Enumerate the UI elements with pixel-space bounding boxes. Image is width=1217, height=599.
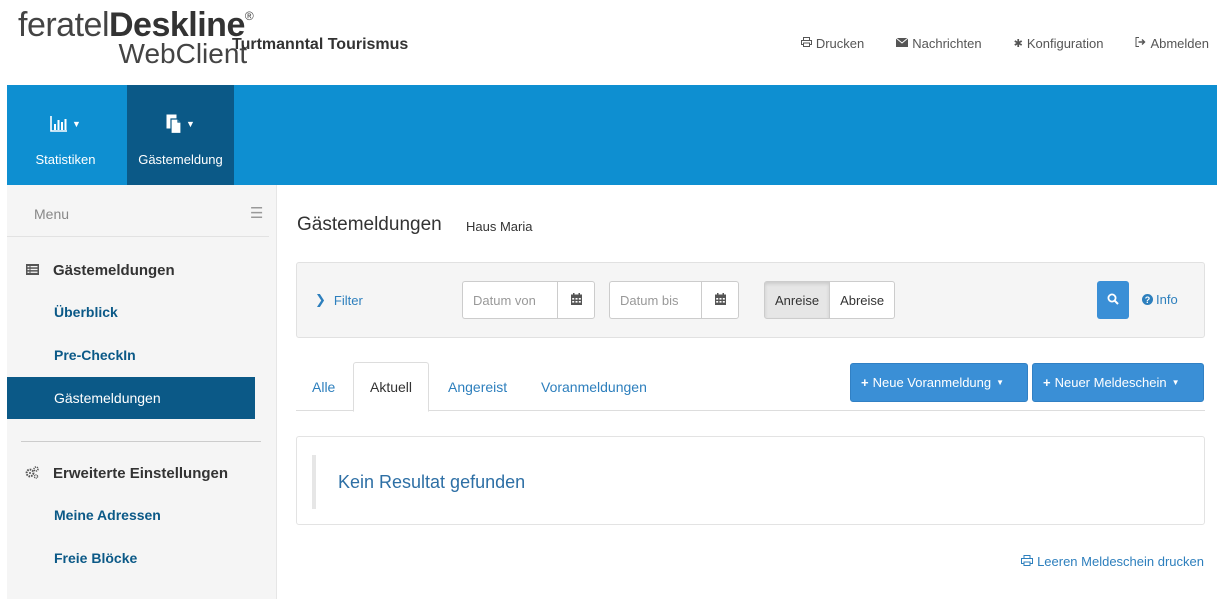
sidebar-divider	[21, 441, 261, 442]
chevron-right-icon: ❯	[315, 292, 326, 307]
sidebar-menu-label: Menu	[34, 206, 70, 222]
envelope-icon	[895, 37, 909, 50]
filter-label: Filter	[333, 292, 363, 308]
app-header: feratelDeskline® WebClient Turtmanntal T…	[0, 0, 1217, 85]
nav-statistics[interactable]: ▼ Statistiken	[7, 85, 124, 185]
bar-chart-icon: ▼	[50, 111, 81, 137]
top-links: Drucken Nachrichten ✱ Konfiguration Abme…	[769, 36, 1209, 51]
print-empty-form-link[interactable]: Leeren Meldeschein drucken	[1021, 554, 1204, 569]
cogs-icon	[25, 465, 39, 482]
sidebar-section-title: Gästemeldungen	[53, 262, 175, 279]
sidebar-section-title: Erweiterte Einstellungen	[53, 465, 229, 482]
plus-icon: +	[861, 375, 869, 390]
print-link[interactable]: Drucken	[800, 36, 865, 51]
sidebar-item-overview[interactable]: Überblick	[7, 291, 255, 333]
configuration-link-label: Konfiguration	[1026, 36, 1104, 51]
logo: feratelDeskline® WebClient	[18, 6, 254, 69]
hamburger-menu-icon[interactable]: ☰	[250, 204, 263, 222]
toggle-departure[interactable]: Abreise	[830, 281, 896, 319]
arrival-departure-toggle: Anreise Abreise	[764, 281, 896, 319]
filter-toggle[interactable]: ❯ Filter	[315, 292, 363, 308]
print-empty-form-label: Leeren Meldeschein drucken	[1037, 554, 1204, 569]
new-registration-form-label: Neuer Meldeschein	[1054, 375, 1167, 390]
search-button[interactable]	[1097, 281, 1129, 319]
calendar-button-from[interactable]	[557, 281, 595, 319]
calendar-button-to[interactable]	[701, 281, 739, 319]
module-navbar: ▼ Statistiken ▼ Gästemeldung	[7, 85, 1217, 185]
tab-all[interactable]: Alle	[296, 362, 351, 411]
logo-registered-mark: ®	[244, 9, 254, 23]
calendar-icon	[714, 292, 726, 308]
sidebar-section-guest-registrations: Gästemeldungen	[25, 262, 175, 279]
tab-current[interactable]: Aktuell	[353, 362, 430, 412]
logo-brand-light: feratel	[18, 6, 110, 44]
date-from-group: Datum von	[462, 281, 595, 319]
date-to-input[interactable]: Datum bis	[609, 281, 701, 319]
plus-icon: +	[1043, 375, 1051, 390]
result-panel: Kein Resultat gefunden	[296, 436, 1205, 525]
chevron-down-icon: ▼	[186, 119, 195, 129]
configuration-link[interactable]: ✱ Konfiguration	[1014, 36, 1104, 51]
documents-icon: ▼	[166, 111, 195, 137]
nav-guest-registration[interactable]: ▼ Gästemeldung	[127, 85, 234, 185]
sidebar-item-guest-registrations[interactable]: Gästemeldungen	[7, 377, 255, 419]
new-registration-form-button[interactable]: + Neuer Meldeschein ▼	[1032, 363, 1204, 402]
gear-icon: ✱	[1013, 38, 1023, 50]
callout-bar	[312, 455, 316, 509]
empty-result-message: Kein Resultat gefunden	[338, 472, 526, 492]
print-icon	[800, 37, 812, 50]
print-icon	[1021, 554, 1034, 569]
nav-statistics-label: Statistiken	[35, 152, 96, 167]
logout-link[interactable]: Abmelden	[1135, 36, 1209, 51]
new-pre-registration-button[interactable]: + Neue Voranmeldung ▼	[850, 363, 1028, 402]
chevron-down-icon: ▼	[72, 119, 81, 129]
chevron-down-icon: ▼	[996, 378, 1005, 387]
sidebar-item-free-blocks[interactable]: Freie Blöcke	[7, 537, 255, 579]
organization-name: Turtmanntal Tourismus	[232, 36, 409, 53]
date-to-group: Datum bis	[609, 281, 739, 319]
new-pre-registration-label: Neue Voranmeldung	[872, 375, 992, 390]
sign-out-icon	[1135, 37, 1146, 50]
search-icon	[1107, 293, 1119, 308]
nav-guest-registration-label: Gästemeldung	[138, 152, 223, 167]
info-label: Info	[1156, 292, 1178, 307]
print-link-label: Drucken	[815, 36, 865, 51]
date-from-input[interactable]: Datum von	[462, 281, 557, 319]
chevron-down-icon: ▼	[1171, 378, 1180, 387]
calendar-icon	[570, 292, 582, 308]
page-subtitle: Haus Maria	[466, 219, 533, 234]
sidebar-item-my-addresses[interactable]: Meine Adressen	[7, 494, 255, 536]
info-icon: ?	[1142, 294, 1153, 305]
page-title: Gästemeldungen	[297, 214, 442, 235]
messages-link[interactable]: Nachrichten	[895, 36, 982, 51]
sidebar: Menu ☰ Gästemeldungen Überblick Pre-Chec…	[7, 185, 277, 599]
messages-link-label: Nachrichten	[912, 36, 982, 51]
toggle-arrival[interactable]: Anreise	[764, 281, 831, 319]
tab-pre-registrations[interactable]: Voranmeldungen	[525, 362, 663, 411]
sidebar-menu-header: Menu ☰	[7, 185, 269, 237]
sidebar-section-advanced-settings: Erweiterte Einstellungen	[25, 465, 228, 482]
list-icon	[25, 263, 39, 278]
sidebar-item-pre-checkin[interactable]: Pre-CheckIn	[7, 334, 255, 376]
tab-arrived[interactable]: Angereist	[432, 362, 523, 411]
info-link[interactable]: ? Info	[1142, 292, 1178, 307]
filter-bar: ❯ Filter Datum von Datum bis Anreise Abr…	[296, 262, 1205, 338]
logout-link-label: Abmelden	[1150, 36, 1209, 51]
logo-product: WebClient	[118, 38, 248, 69]
